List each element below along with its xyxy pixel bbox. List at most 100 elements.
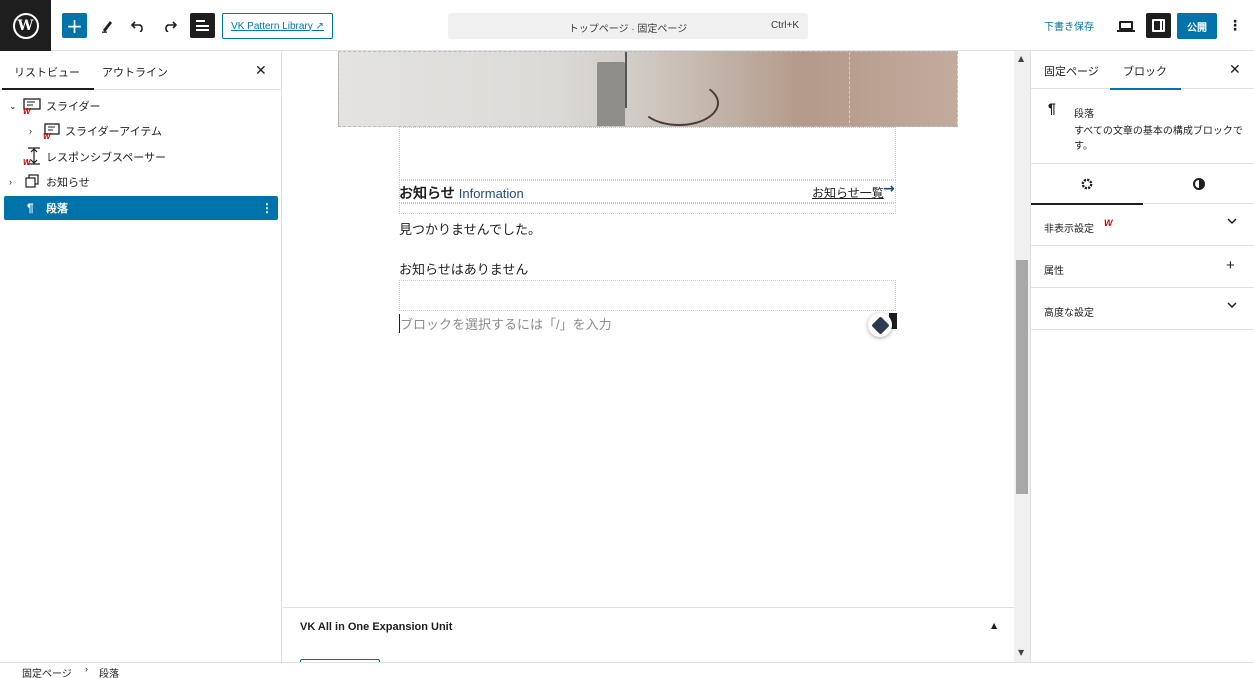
panel-label: 非表示設定 [1044, 224, 1094, 235]
arrow-right-icon[interactable]: → [883, 181, 895, 197]
tab-styles[interactable] [1143, 164, 1254, 204]
save-draft-button[interactable]: 下書き保存 [1044, 18, 1094, 33]
news-list-link[interactable]: お知らせ一覧 [812, 184, 884, 201]
list-view-icon [196, 20, 209, 31]
scrollbar-thumb[interactable] [1016, 260, 1028, 494]
close-icon[interactable]: ✕ [255, 62, 267, 79]
canvas-scrollbar[interactable]: ▲ ▼ [1014, 51, 1030, 662]
block-editor: W + VK Pattern Library ↗ トップページ · 固定ページ … [0, 0, 1254, 678]
news-heading[interactable]: お知らせ Information [399, 183, 524, 203]
image-detail [597, 62, 625, 126]
list-item-paragraph[interactable]: ¶ 段落 ⋮ [4, 196, 278, 220]
list-item-slider-item[interactable]: › W スライダーアイテム [4, 119, 278, 143]
no-news-text[interactable]: お知らせはありません [399, 259, 528, 278]
undo-icon [131, 20, 143, 32]
collapse-icon[interactable]: ▲ [991, 621, 997, 630]
redo-icon [165, 20, 177, 32]
command-palette-bar[interactable]: トップページ · 固定ページ Ctrl+K [448, 13, 808, 39]
empty-block-outline[interactable] [399, 280, 896, 311]
panel-advanced[interactable]: 高度な設定 [1031, 288, 1254, 330]
chevron-down-icon[interactable] [1227, 301, 1237, 312]
sidebar-icon [1152, 19, 1165, 32]
list-view-panel: リストビュー アウトライン ✕ ⌄ W スライダー › W スライダーアイテム … [0, 51, 282, 662]
editor-canvas[interactable]: お知らせ Information お知らせ一覧 → 見つかりませんでした。 お知ら… [283, 51, 1014, 607]
list-item-news[interactable]: › お知らせ [4, 170, 278, 194]
spacer-block-outline[interactable] [399, 127, 896, 180]
block-inspector-tabs [1031, 164, 1254, 205]
tab-block[interactable]: ブロック [1110, 63, 1181, 90]
pencil-icon [102, 20, 112, 33]
slider-image[interactable] [338, 51, 958, 127]
sidebar-tabs: 固定ページ ブロック ✕ [1031, 51, 1254, 90]
contrast-icon [1193, 178, 1205, 190]
gear-icon [1081, 178, 1093, 190]
breadcrumb-item-page[interactable]: 固定ページ [22, 665, 72, 678]
block-name: 段落 [1074, 109, 1094, 120]
list-view-toggle-button[interactable] [190, 13, 215, 38]
plus-icon[interactable]: + [1226, 257, 1235, 274]
panel-hidden-settings[interactable]: 非表示設定 W [1031, 204, 1254, 246]
settings-sidebar-toggle[interactable] [1146, 13, 1171, 38]
list-item-responsive-spacer[interactable]: W レスポンシブスペーサー [4, 145, 278, 169]
close-icon[interactable]: ✕ [1229, 61, 1241, 78]
list-item-label: スライダーアイテム [65, 126, 163, 138]
document-title: トップページ · 固定ページ [568, 24, 688, 35]
list-item-label: お知らせ [46, 177, 90, 189]
list-item-slider[interactable]: ⌄ W スライダー [4, 94, 278, 118]
not-found-text[interactable]: 見つかりませんでした。 [399, 219, 541, 238]
chevron-down-icon[interactable]: ⌄ [9, 101, 17, 112]
more-options-icon[interactable]: ⋮ [1228, 13, 1242, 38]
vk-badge-icon: W [23, 158, 31, 167]
chevron-right-icon[interactable]: › [29, 126, 32, 136]
news-heading-text: お知らせ [399, 185, 455, 201]
vk-badge-icon: W [23, 107, 31, 116]
tools-pencil-icon[interactable] [96, 13, 118, 38]
ai-assistant-icon [870, 315, 890, 335]
breadcrumb-item-paragraph[interactable]: 段落 [99, 665, 119, 678]
block-card: ¶ 段落 すべての文章の基本の構成ブロックです。 [1031, 89, 1254, 164]
vk-badge-icon: W [1104, 218, 1113, 228]
settings-sidebar: 固定ページ ブロック ✕ ¶ 段落 すべての文章の基本の構成ブロックです。 非表… [1030, 51, 1254, 662]
wordpress-logo-icon: W [12, 12, 39, 39]
redo-button[interactable] [159, 13, 181, 38]
paragraph-icon: ¶ [27, 201, 34, 215]
chevron-right-icon[interactable]: › [9, 177, 12, 187]
scroll-up-icon[interactable]: ▲ [1018, 54, 1024, 63]
vk-expansion-unit-metabox: VK All in One Expansion Unit ▲ [283, 607, 1014, 667]
image-detail [625, 52, 627, 108]
chevron-right-icon: › [85, 664, 88, 674]
tab-settings[interactable] [1031, 164, 1143, 205]
list-item-label: スライダー [46, 101, 101, 113]
publish-button[interactable]: 公開 [1177, 13, 1217, 39]
editor-top-bar: W + VK Pattern Library ↗ トップページ · 固定ページ … [0, 0, 1254, 51]
tab-list-view[interactable]: リストビュー [2, 64, 94, 90]
list-item-label: 段落 [46, 203, 68, 215]
tab-outline[interactable]: アウトライン [102, 64, 168, 80]
news-list-block-outline[interactable] [399, 203, 896, 214]
chevron-down-icon[interactable] [1227, 217, 1237, 228]
list-view-tabs: リストビュー アウトライン ✕ [0, 51, 281, 90]
image-detail [849, 52, 850, 126]
ai-assistant-button[interactable] [868, 313, 892, 337]
undo-button[interactable] [127, 13, 149, 38]
group-icon [25, 173, 39, 191]
panel-attributes[interactable]: 属性 + [1031, 246, 1254, 288]
block-inserter-button[interactable]: + [62, 13, 87, 38]
block-placeholder[interactable]: ブロックを選択するには「/」を入力 [399, 314, 612, 333]
command-shortcut: Ctrl+K [770, 20, 799, 31]
image-detail [639, 80, 719, 126]
block-description: すべての文章の基本の構成ブロックです。 [1074, 126, 1243, 152]
block-breadcrumb: 固定ページ › 段落 [0, 662, 1254, 678]
wordpress-logo-button[interactable]: W [0, 0, 51, 51]
vk-badge-icon: W [43, 132, 51, 141]
news-heading-subtext: Information [458, 186, 524, 201]
laptop-icon [1117, 20, 1135, 32]
scroll-down-icon[interactable]: ▼ [1018, 648, 1024, 657]
tab-page[interactable]: 固定ページ [1044, 63, 1099, 79]
block-options-icon[interactable]: ⋮ [261, 201, 273, 215]
vk-pattern-library-link[interactable]: VK Pattern Library ↗ [222, 13, 333, 39]
preview-button[interactable] [1116, 15, 1136, 35]
list-item-label: レスポンシブスペーサー [46, 152, 167, 164]
paragraph-icon: ¶ [1048, 100, 1056, 116]
metabox-title[interactable]: VK All in One Expansion Unit [300, 621, 452, 633]
